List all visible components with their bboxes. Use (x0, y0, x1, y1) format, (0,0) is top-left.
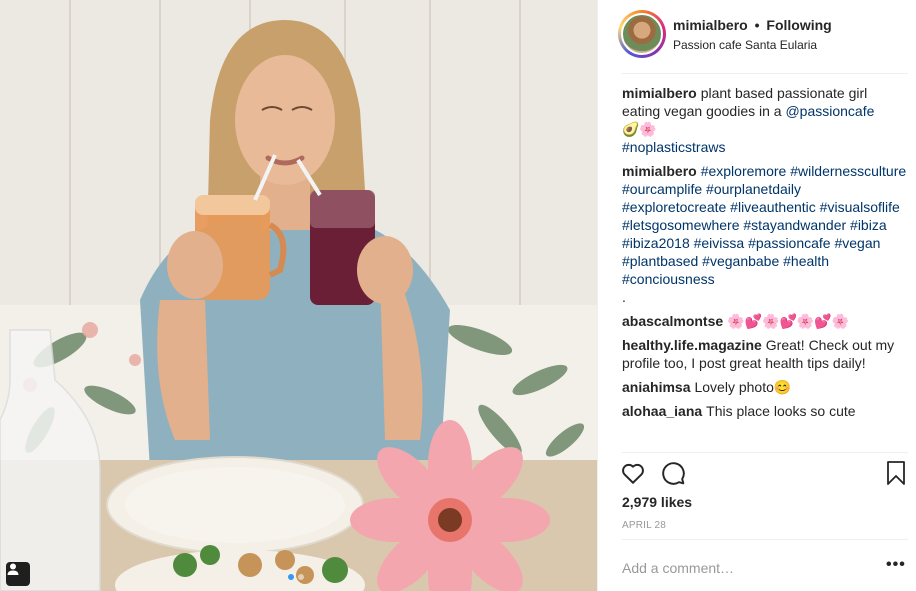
carousel-indicator (288, 574, 304, 580)
comment-bubble-icon[interactable] (660, 460, 688, 488)
comment-username[interactable]: alohaa_iana (622, 403, 702, 419)
header-text: mimialbero • Following Passion cafe Sant… (673, 16, 832, 53)
caption-comment: mimialbero plant based passionate girl ea… (622, 84, 908, 156)
post-date: APRIL 28 (622, 520, 667, 531)
avatar[interactable] (618, 10, 666, 58)
more-options-icon[interactable]: ••• (886, 556, 906, 574)
separator: • (754, 17, 760, 33)
comment: alohaa_iana This place looks so cute (622, 402, 908, 420)
photo-illustration (0, 0, 597, 591)
comments-list[interactable]: mimialbero plant based passionate girl ea… (622, 84, 908, 454)
hashtag-links[interactable]: #exploremore #wildernessculture #ourcamp… (622, 163, 906, 287)
comment: mimialbero #exploremore #wildernesscultur… (622, 162, 908, 306)
post-header: mimialbero • Following Passion cafe Sant… (598, 0, 916, 72)
comment-username[interactable]: healthy.life.magazine (622, 337, 762, 353)
comment-divider (622, 539, 908, 540)
mention-link[interactable]: @passioncafe (785, 103, 874, 119)
comment-text: This place looks so cute (706, 403, 856, 419)
comment-username[interactable]: mimialbero (622, 163, 697, 179)
location-link[interactable]: Passion cafe Santa Eularia (673, 37, 832, 53)
post-sidebar: mimialbero • Following Passion cafe Sant… (597, 0, 916, 591)
heart-icon[interactable] (620, 460, 648, 488)
post-photo[interactable] (0, 0, 597, 591)
instagram-post: mimialbero • Following Passion cafe Sant… (0, 0, 916, 591)
carousel-dot-active (288, 574, 294, 580)
carousel-dot (298, 574, 304, 580)
actions-divider (622, 452, 908, 453)
add-comment-input[interactable] (622, 560, 872, 576)
likes-count[interactable]: 2,979 likes (622, 494, 692, 510)
comment-username[interactable]: mimialbero (622, 85, 697, 101)
comment-text: Lovely photo😊 (694, 379, 792, 395)
comment: healthy.life.magazine Great! Check out my… (622, 336, 908, 372)
comment-username[interactable]: aniahimsa (622, 379, 690, 395)
action-bar (620, 460, 910, 488)
following-button[interactable]: Following (766, 17, 831, 33)
avatar-image (621, 13, 663, 55)
comment-emoji: 🥑🌸 (622, 121, 657, 137)
bookmark-icon[interactable] (884, 460, 912, 488)
header-line: mimialbero • Following (673, 16, 832, 34)
hashtag-link[interactable]: #noplasticstraws (622, 139, 726, 155)
comment-trail: . (622, 289, 626, 305)
comment: aniahimsa Lovely photo😊 (622, 378, 908, 396)
username-link[interactable]: mimialbero (673, 17, 748, 33)
comment-text: 🌸💕🌸💕🌸💕🌸 (727, 313, 850, 329)
user-tag-icon[interactable] (6, 562, 30, 586)
header-divider (622, 73, 908, 74)
comment: abascalmontse 🌸💕🌸💕🌸💕🌸 (622, 312, 908, 330)
comment-username[interactable]: abascalmontse (622, 313, 723, 329)
